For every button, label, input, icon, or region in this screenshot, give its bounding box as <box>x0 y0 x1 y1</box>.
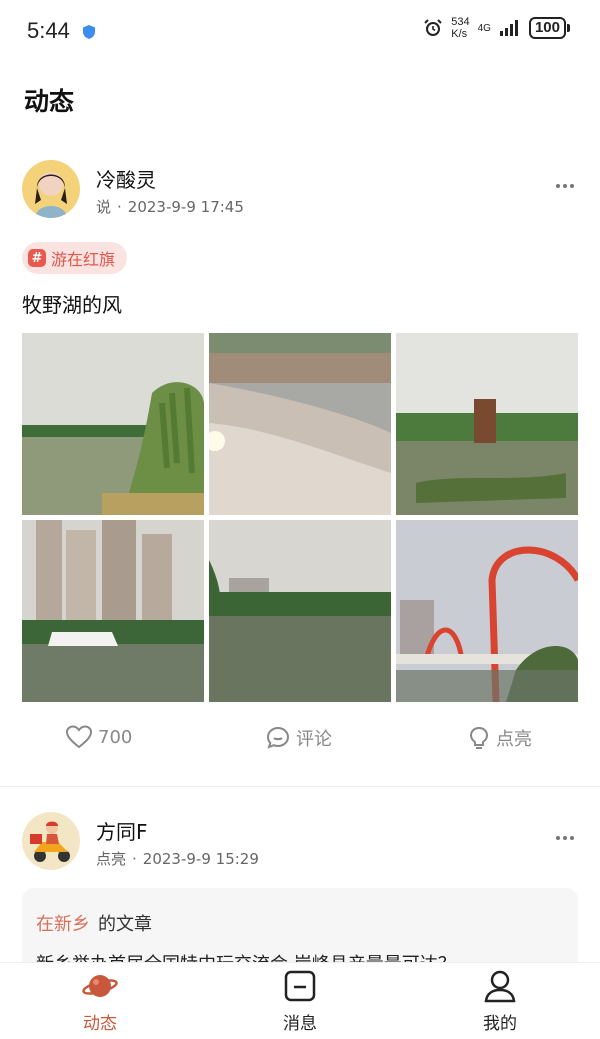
tab-feed[interactable]: 动态 <box>50 969 150 1034</box>
comment-label: 评论 <box>296 729 332 750</box>
article-source-suffix: 的文章 <box>98 914 152 935</box>
battery-indicator: 100 <box>528 17 570 39</box>
author-name[interactable]: 冷酸灵 <box>96 164 156 193</box>
tab-label: 动态 <box>83 1014 117 1034</box>
photo-dam[interactable] <box>209 333 391 515</box>
topic-tag[interactable]: # 游在红旗 <box>22 242 128 274</box>
person-icon <box>484 970 516 1003</box>
net-speed: 534 K/s <box>451 16 469 40</box>
photo-grid <box>22 333 578 703</box>
light-up-label: 点亮 <box>496 729 532 750</box>
post-meta: 点亮 · 2023-9-9 15:29 <box>96 848 259 869</box>
page-title: 动态 <box>24 87 75 116</box>
meta-separator: · <box>132 850 137 868</box>
tab-label: 我的 <box>483 1014 517 1034</box>
comment-button[interactable]: 评论 <box>266 725 332 751</box>
post-meta: 说 · 2023-9-9 17:45 <box>96 196 244 217</box>
lightbulb-icon <box>469 726 489 749</box>
article-source-name[interactable]: 在新乡 <box>36 914 90 935</box>
comment-icon <box>266 726 290 749</box>
alarm-icon <box>424 19 442 36</box>
avatar-image <box>22 160 80 218</box>
article-source: 在新乡 的文章 <box>36 910 152 936</box>
battery-level: 100 <box>528 17 566 39</box>
status-time: 5:44 <box>27 18 70 43</box>
tab-label: 消息 <box>283 1014 317 1034</box>
post-text: 牧野湖的风 <box>22 293 122 317</box>
topic-tag-label: 游在红旗 <box>51 250 116 269</box>
heart-icon <box>66 725 92 749</box>
bottom-tab-bar: 动态 消息 我的 <box>0 962 600 1039</box>
battery-tip <box>567 24 570 32</box>
planet-icon <box>82 975 118 997</box>
signal-icon <box>499 20 518 36</box>
net-speed-unit: K/s <box>451 28 468 40</box>
net-speed-value: 534 <box>451 16 470 28</box>
photo-arch-bridge[interactable] <box>396 520 578 702</box>
avatar-image <box>22 812 80 870</box>
photo-lake-willow[interactable] <box>22 333 204 515</box>
post-divider <box>0 786 600 787</box>
shield-icon <box>83 25 95 39</box>
tab-me[interactable]: 我的 <box>450 969 550 1034</box>
photo-buildings-boat[interactable] <box>22 520 204 702</box>
avatar[interactable] <box>22 160 80 218</box>
post-action: 说 <box>96 198 112 216</box>
light-up-button[interactable]: 点亮 <box>468 725 532 751</box>
meta-separator: · <box>117 198 122 216</box>
network-type: 4G <box>477 22 491 34</box>
hashtag-icon: # <box>28 249 46 267</box>
message-icon <box>284 970 316 1002</box>
like-count: 700 <box>98 726 133 748</box>
tab-messages[interactable]: 消息 <box>250 969 350 1034</box>
like-button[interactable]: 700 <box>66 725 132 749</box>
avatar[interactable] <box>22 812 80 870</box>
post-datetime: 2023-9-9 15:29 <box>142 850 259 868</box>
post-action-bar: 700 评论 点亮 <box>0 725 600 765</box>
post-datetime: 2023-9-9 17:45 <box>127 198 244 216</box>
post-action: 点亮 <box>96 850 127 868</box>
status-indicators: 534 K/s 4G 100 <box>423 16 570 40</box>
photo-river[interactable] <box>209 520 391 702</box>
photo-waterwheel[interactable] <box>396 333 578 515</box>
more-options-button[interactable] <box>556 836 574 840</box>
author-name[interactable]: 方同F <box>96 816 148 845</box>
more-options-button[interactable] <box>556 184 574 188</box>
status-bar: 5:44 534 K/s 4G 100 <box>0 0 600 62</box>
